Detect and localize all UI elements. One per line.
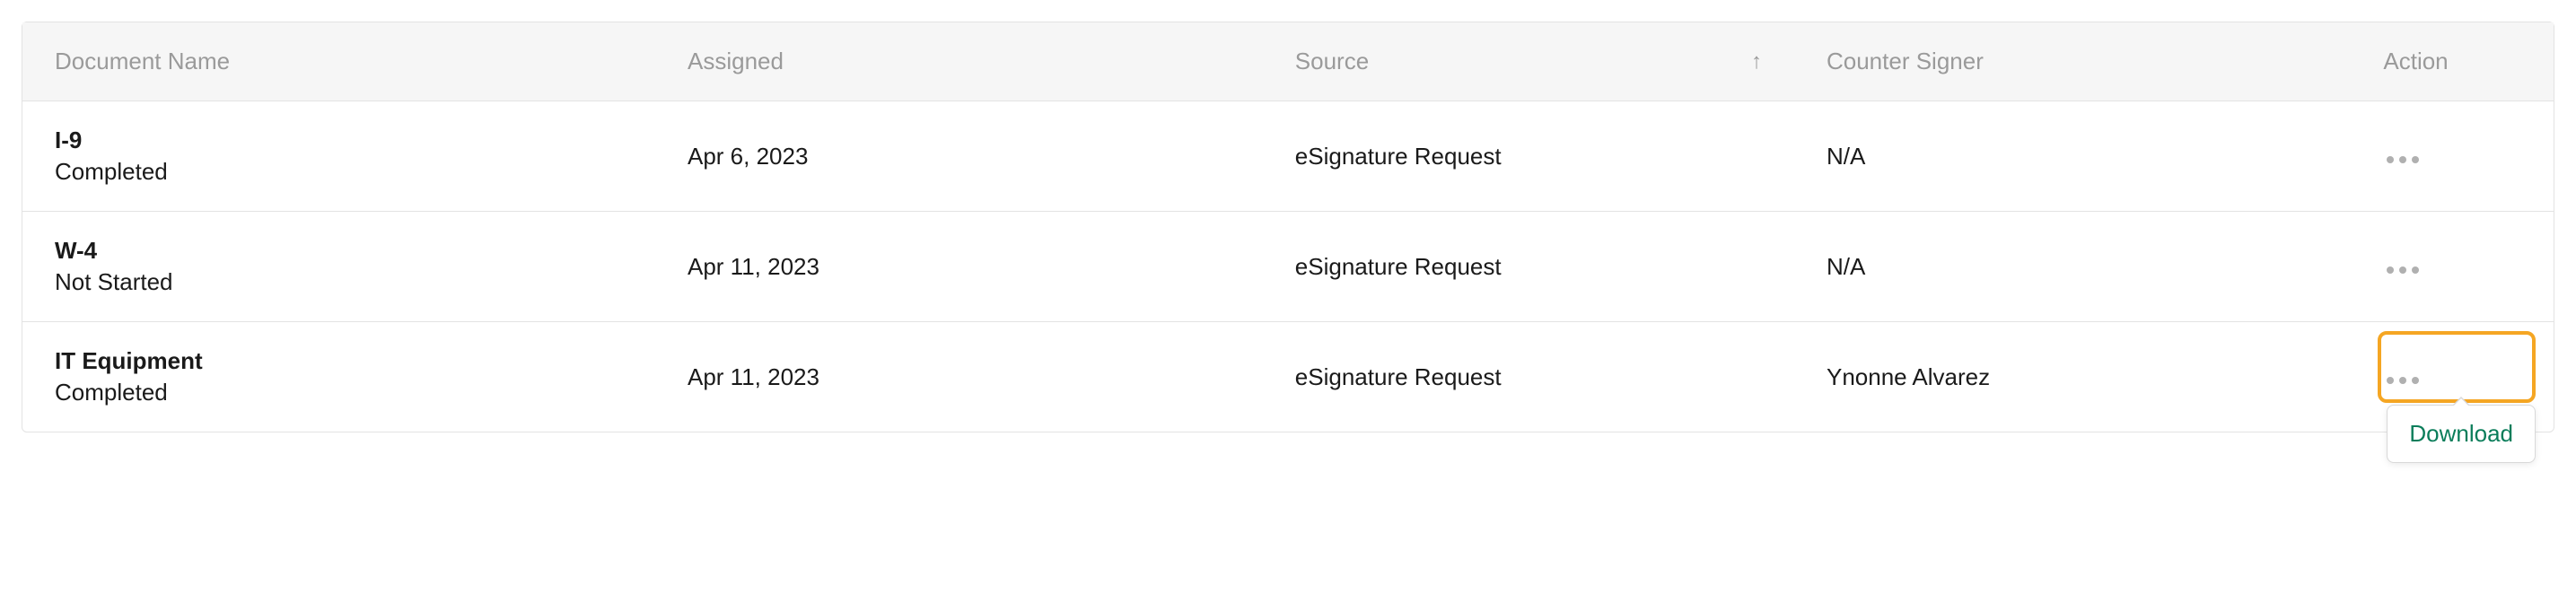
- table-row: I-9 Completed Apr 6, 2023 eSignature Req…: [22, 101, 2554, 212]
- cell-counter-signer: N/A: [1794, 101, 2351, 212]
- document-status: Completed: [55, 158, 623, 186]
- cell-source: eSignature Request: [1263, 212, 1794, 322]
- table-row: IT Equipment Completed Apr 11, 2023 eSig…: [22, 322, 2554, 432]
- counter-signer-text: N/A: [1827, 143, 1865, 170]
- table-row: W-4 Not Started Apr 11, 2023 eSignature …: [22, 212, 2554, 322]
- documents-table: Document Name Assigned Source ↑ Counter …: [22, 22, 2554, 432]
- cell-action: Download: [2351, 322, 2554, 432]
- dot-icon: [2412, 377, 2419, 384]
- source-text: eSignature Request: [1295, 143, 1502, 170]
- cell-source: eSignature Request: [1263, 101, 1794, 212]
- dot-icon: [2399, 377, 2406, 384]
- download-menu-item[interactable]: Download: [2409, 420, 2513, 448]
- document-name: I-9: [55, 127, 623, 154]
- document-name: W-4: [55, 237, 623, 265]
- document-name: IT Equipment: [55, 347, 623, 375]
- dot-icon: [2387, 156, 2394, 163]
- assigned-date: Apr 6, 2023: [688, 143, 808, 170]
- more-actions-button[interactable]: [2383, 370, 2423, 391]
- dot-icon: [2399, 156, 2406, 163]
- cell-document: IT Equipment Completed: [22, 322, 655, 432]
- source-text: eSignature Request: [1295, 363, 1502, 390]
- more-actions-button[interactable]: [2383, 149, 2423, 170]
- cell-document: W-4 Not Started: [22, 212, 655, 322]
- dot-icon: [2387, 266, 2394, 274]
- table-header-row: Document Name Assigned Source ↑ Counter …: [22, 22, 2554, 101]
- cell-assigned: Apr 11, 2023: [655, 212, 1263, 322]
- dot-icon: [2412, 156, 2419, 163]
- cell-action: [2351, 101, 2554, 212]
- dot-icon: [2387, 377, 2394, 384]
- header-source[interactable]: Source ↑: [1263, 22, 1794, 101]
- sort-up-icon: ↑: [1751, 49, 1762, 74]
- action-dropdown: Download: [2387, 405, 2536, 463]
- cell-source: eSignature Request: [1263, 322, 1794, 432]
- cell-document: I-9 Completed: [22, 101, 655, 212]
- header-action: Action: [2351, 22, 2554, 101]
- cell-counter-signer: Ynonne Alvarez: [1794, 322, 2351, 432]
- more-actions-button[interactable]: [2383, 259, 2423, 281]
- assigned-date: Apr 11, 2023: [688, 253, 819, 280]
- assigned-date: Apr 11, 2023: [688, 363, 819, 390]
- counter-signer-text: Ynonne Alvarez: [1827, 363, 1990, 390]
- header-document-name[interactable]: Document Name: [22, 22, 655, 101]
- highlight-box: [2378, 331, 2536, 403]
- dot-icon: [2412, 266, 2419, 274]
- document-status: Not Started: [55, 268, 623, 296]
- cell-counter-signer: N/A: [1794, 212, 2351, 322]
- dot-icon: [2399, 266, 2406, 274]
- header-source-label: Source: [1295, 48, 1369, 74]
- cell-action: [2351, 212, 2554, 322]
- cell-assigned: Apr 11, 2023: [655, 322, 1263, 432]
- header-assigned[interactable]: Assigned: [655, 22, 1263, 101]
- header-counter-signer[interactable]: Counter Signer: [1794, 22, 2351, 101]
- source-text: eSignature Request: [1295, 253, 1502, 280]
- document-status: Completed: [55, 379, 623, 406]
- counter-signer-text: N/A: [1827, 253, 1865, 280]
- documents-table-container: Document Name Assigned Source ↑ Counter …: [22, 22, 2554, 432]
- cell-assigned: Apr 6, 2023: [655, 101, 1263, 212]
